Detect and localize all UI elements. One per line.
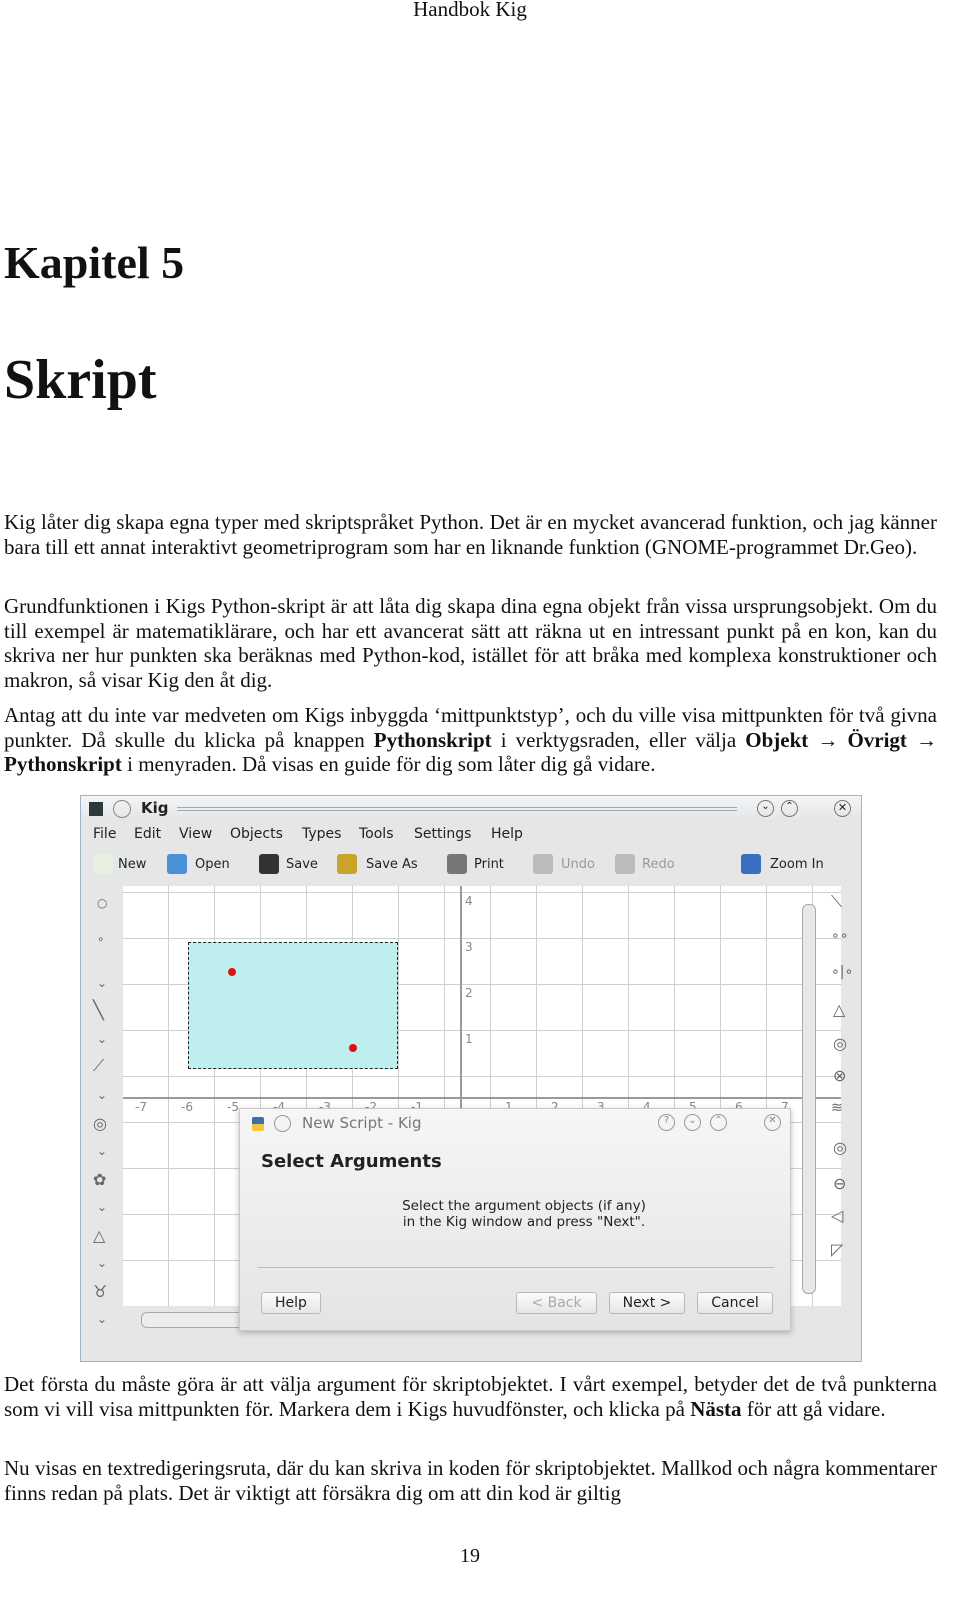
dialog-heading: Select Arguments [261, 1151, 442, 1172]
paragraph: Antag att du inte var medveten om Kigs i… [4, 703, 937, 777]
printer-icon[interactable] [447, 854, 467, 874]
separator [258, 1267, 774, 1268]
window-menu-icon[interactable] [113, 800, 131, 818]
close-icon[interactable]: ✕ [834, 800, 851, 817]
help-button[interactable]: Help [261, 1292, 321, 1314]
open-folder-icon[interactable] [167, 854, 187, 874]
vertical-scrollbar[interactable] [802, 904, 816, 1294]
toolbar-print-button[interactable]: Print [474, 857, 504, 872]
save-as-icon[interactable] [337, 854, 357, 874]
python-icon [252, 1117, 264, 1131]
menu-settings[interactable]: Settings [414, 826, 471, 842]
title-decoration [177, 807, 737, 811]
x-axis [123, 1097, 841, 1099]
bold-term: Pythonskript [4, 752, 122, 776]
dialog-message: Select the argument objects (if any) in … [240, 1198, 792, 1230]
point[interactable] [228, 968, 236, 976]
selection-rectangle [188, 942, 398, 1069]
y-tick-label: 4 [465, 894, 473, 908]
menu-objects[interactable]: Objects [230, 826, 283, 842]
toolbar-undo-button[interactable]: Undo [561, 857, 595, 872]
toolbar-save-as-button[interactable]: Save As [366, 857, 418, 872]
page-number: 19 [460, 1545, 480, 1567]
redo-icon[interactable] [615, 854, 635, 874]
text-run: → [808, 727, 848, 752]
toolbar-open-button[interactable]: Open [195, 857, 230, 872]
paragraph: Det första du måste göra är att välja ar… [4, 1372, 937, 1421]
minimize-icon[interactable]: ⌄ [684, 1114, 701, 1131]
menu-edit[interactable]: Edit [134, 826, 161, 842]
back-button[interactable]: < Back [516, 1292, 597, 1314]
message-line: Select the argument objects (if any) [402, 1198, 646, 1214]
text-run: Nu visas en textredigeringsruta, där du … [4, 1456, 937, 1505]
y-tick-label: 3 [465, 940, 473, 954]
toolbar-redo-button[interactable]: Redo [642, 857, 675, 872]
menu-file[interactable]: File [93, 826, 116, 842]
y-tick-label: 2 [465, 986, 473, 1000]
new-script-dialog: New Script - Kig ? ⌄ ⌃ ✕ Select Argument… [239, 1108, 791, 1331]
x-tick-label: -6 [181, 1100, 193, 1114]
message-line: in the Kig window and press "Next". [402, 1214, 646, 1230]
menu-help[interactable]: Help [491, 826, 523, 842]
kig-screenshot: Kig ⌄ ⌃ ✕ File Edit View Objects Types Tools S… [80, 795, 862, 1362]
y-tick-label: 1 [465, 1032, 473, 1046]
app-icon [89, 802, 103, 816]
window-title: Kig [141, 799, 169, 817]
text-run: i menyraden. Då visas en guide för dig s… [121, 752, 656, 776]
window-titlebar: Kig ⌄ ⌃ ✕ [81, 796, 861, 822]
paragraph: Grundfunktionen i Kigs Python-skript är … [4, 594, 937, 692]
menu-types[interactable]: Types [302, 826, 341, 842]
bold-term: Pythonskript [373, 727, 492, 752]
text-run: → [906, 727, 938, 752]
close-icon[interactable]: ✕ [764, 1114, 781, 1131]
bold-term: Objekt [745, 727, 809, 752]
paragraph: Kig låter dig skapa egna typer med skrip… [4, 510, 937, 559]
toolbar-zoom-in-button[interactable]: Zoom In [770, 857, 824, 872]
window-menu-icon[interactable] [274, 1115, 291, 1132]
menu-view[interactable]: View [179, 826, 212, 842]
text-run: Kig låter dig skapa egna typer med skrip… [4, 510, 937, 559]
floppy-disk-icon[interactable] [259, 854, 279, 874]
text-run: i verktygsraden, eller välja [491, 727, 746, 752]
x-tick-label: -5 [227, 1100, 239, 1114]
running-header: Handbok Kig [413, 0, 527, 21]
next-button[interactable]: Next > [609, 1292, 685, 1314]
point[interactable] [349, 1044, 357, 1052]
maximize-icon[interactable]: ⌃ [781, 800, 798, 817]
dialog-title: New Script - Kig [302, 1114, 422, 1132]
toolbar-save-button[interactable]: Save [286, 857, 318, 872]
undo-icon[interactable] [533, 854, 553, 874]
bold-term: Övrigt [847, 727, 907, 752]
paragraph: Nu visas en textredigeringsruta, där du … [4, 1456, 937, 1505]
zoom-in-icon[interactable] [741, 854, 761, 874]
chapter-heading: Kapitel 5 [4, 237, 185, 288]
text-run: för att gå vidare. [741, 1396, 886, 1421]
new-document-icon[interactable] [93, 854, 113, 874]
cancel-button[interactable]: Cancel [697, 1292, 773, 1314]
help-icon[interactable]: ? [658, 1114, 675, 1131]
menu-tools[interactable]: Tools [359, 826, 394, 842]
page-title: Skript [4, 349, 157, 411]
maximize-icon[interactable]: ⌃ [710, 1114, 727, 1131]
minimize-icon[interactable]: ⌄ [757, 800, 774, 817]
toolbar-new-button[interactable]: New [118, 857, 146, 872]
bold-term: Nästa [690, 1396, 742, 1421]
x-tick-label: -7 [135, 1100, 147, 1114]
text-run: Grundfunktionen i Kigs Python-skript är … [4, 594, 937, 692]
